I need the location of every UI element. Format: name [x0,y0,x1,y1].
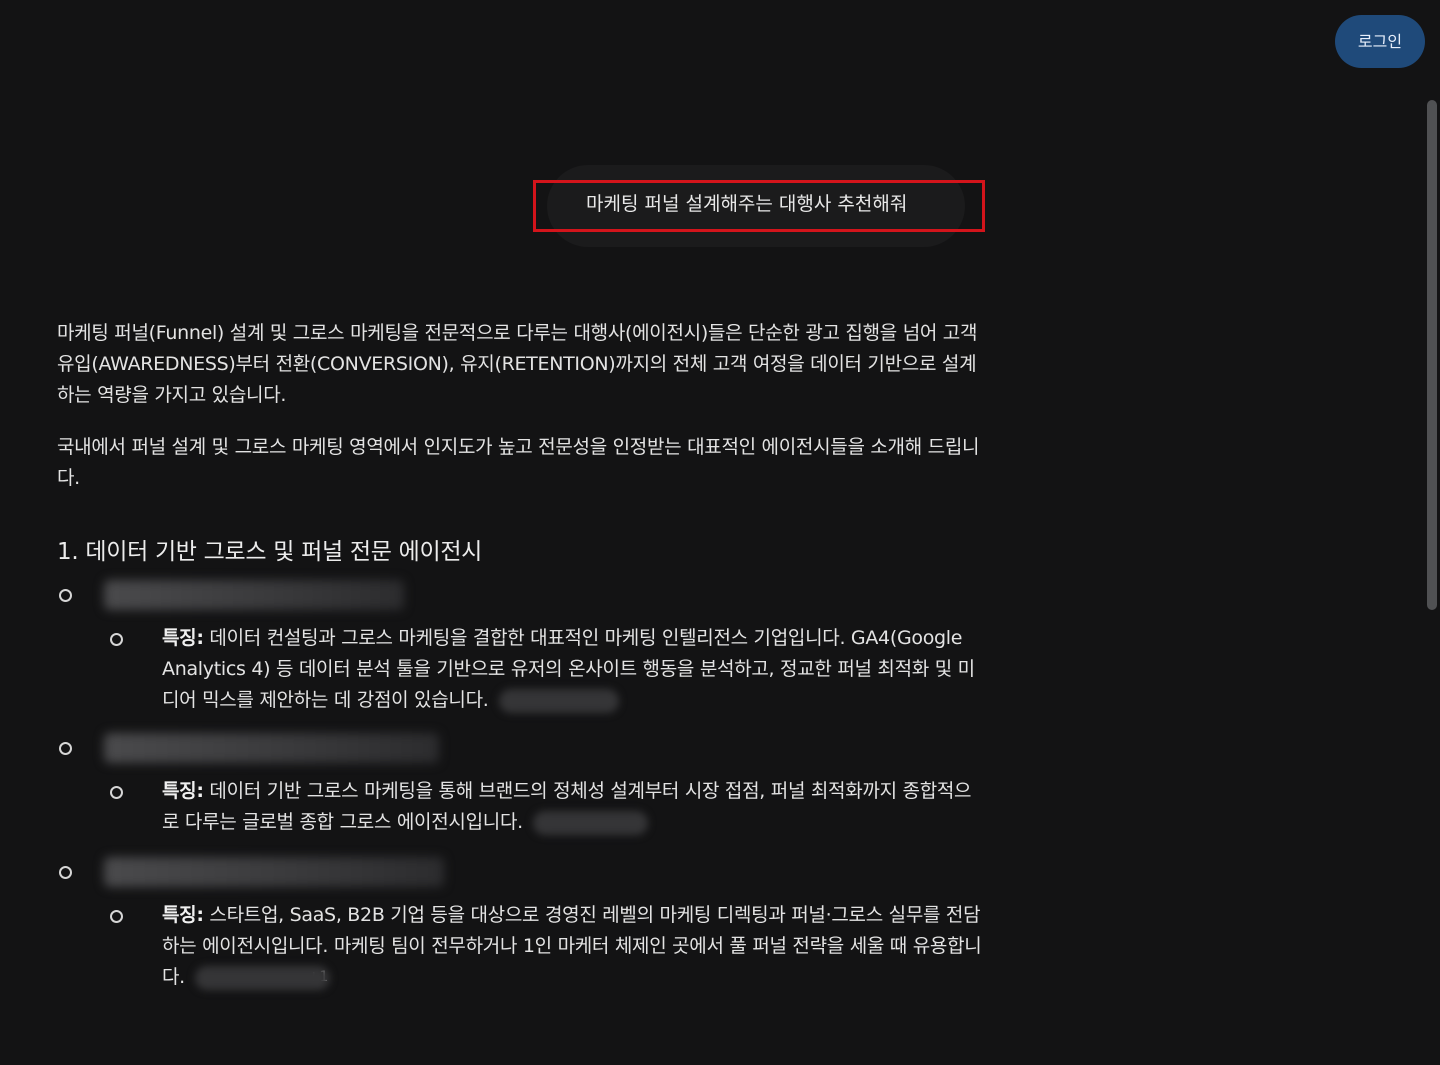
hollow-bullet-icon [59,742,72,755]
scrollbar[interactable] [1427,100,1437,620]
login-button[interactable]: 로그인 [1335,15,1425,68]
hollow-bullet-icon [110,786,123,799]
section-heading: 1. 데이터 기반 그로스 및 퍼널 전문 에이전시 [57,539,483,565]
redacted-agency-name [104,733,439,763]
hollow-bullet-icon [110,910,123,923]
feature-label: 특징: [162,780,204,802]
agency-item: 특징: 데이터 기반 그로스 마케팅을 통해 브랜드의 정체성 설계부터 시장 … [57,732,987,838]
hollow-bullet-icon [59,589,72,602]
feature-label: 특징: [162,904,204,926]
hollow-bullet-icon [110,633,123,646]
redacted-source-chip[interactable] [532,810,648,835]
agency-feature: 특징: 스타트업, SaaS, B2B 기업 등을 대상으로 경영진 레벨의 마… [57,900,987,993]
agency-item: 특징: 스타트업, SaaS, B2B 기업 등을 대상으로 경영진 레벨의 마… [57,856,987,993]
agency-item: 특징: 데이터 컨설팅과 그로스 마케팅을 결합한 대표적인 마케팅 인텔리전스… [57,579,987,716]
redacted-source-chip[interactable] [194,965,330,990]
agency-name-row [57,856,987,888]
intro-paragraph: 마케팅 퍼널(Funnel) 설계 및 그로스 마케팅을 전문적으로 다루는 대… [57,322,978,406]
agency-feature: 특징: 데이터 기반 그로스 마케팅을 통해 브랜드의 정체성 설계부터 시장 … [57,776,987,838]
feature-label: 특징: [162,627,204,649]
agency-feature: 특징: 데이터 컨설팅과 그로스 마케팅을 결합한 대표적인 마케팅 인텔리전스… [57,623,987,716]
agency-name-row [57,579,987,611]
chat-page: 로그인 마케팅 퍼널 설계해주는 대행사 추천해줘 마케팅 퍼널(Funnel)… [0,0,1440,1065]
redacted-agency-name [104,857,444,887]
answer-content: 마케팅 퍼널(Funnel) 설계 및 그로스 마케팅을 전문적으로 다루는 대… [57,318,987,993]
scrollbar-thumb[interactable] [1427,100,1437,610]
redacted-agency-name [104,580,404,610]
redacted-source-chip[interactable] [498,688,619,713]
intro-paragraph: 국내에서 퍼널 설계 및 그로스 마케팅 영역에서 인지도가 높고 전문성을 인… [57,436,980,489]
hollow-bullet-icon [59,866,72,879]
highlight-annotation-box [533,180,985,232]
agency-name-row [57,732,987,764]
